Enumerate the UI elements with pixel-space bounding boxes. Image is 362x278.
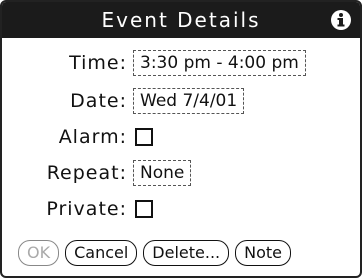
private-checkbox[interactable] (135, 200, 153, 218)
date-label: Date: (70, 90, 127, 112)
repeat-row: Repeat: None (2, 160, 192, 186)
note-button[interactable]: Note (235, 240, 291, 266)
private-row: Private: (2, 198, 153, 220)
event-details-dialog: Event Details Time: 3:30 pm - 4:00 pm Da… (0, 0, 362, 278)
time-row: Time: 3:30 pm - 4:00 pm (2, 50, 306, 76)
cancel-button[interactable]: Cancel (65, 240, 138, 266)
date-field[interactable]: Wed 7/4/01 (133, 88, 245, 114)
time-field[interactable]: 3:30 pm - 4:00 pm (133, 50, 306, 76)
alarm-row: Alarm: (2, 126, 153, 148)
repeat-label: Repeat: (46, 162, 127, 184)
button-bar: OK Cancel Delete... Note (18, 240, 291, 266)
date-row: Date: Wed 7/4/01 (2, 88, 245, 114)
info-icon[interactable] (330, 9, 352, 31)
alarm-checkbox[interactable] (135, 128, 153, 146)
private-label: Private: (46, 198, 127, 220)
ok-button[interactable]: OK (18, 240, 60, 266)
alarm-label: Alarm: (58, 126, 127, 148)
delete-button[interactable]: Delete... (143, 240, 230, 266)
titlebar: Event Details (2, 2, 360, 38)
dialog-title: Event Details (101, 8, 261, 32)
repeat-field[interactable]: None (133, 160, 192, 186)
time-label: Time: (69, 52, 127, 74)
